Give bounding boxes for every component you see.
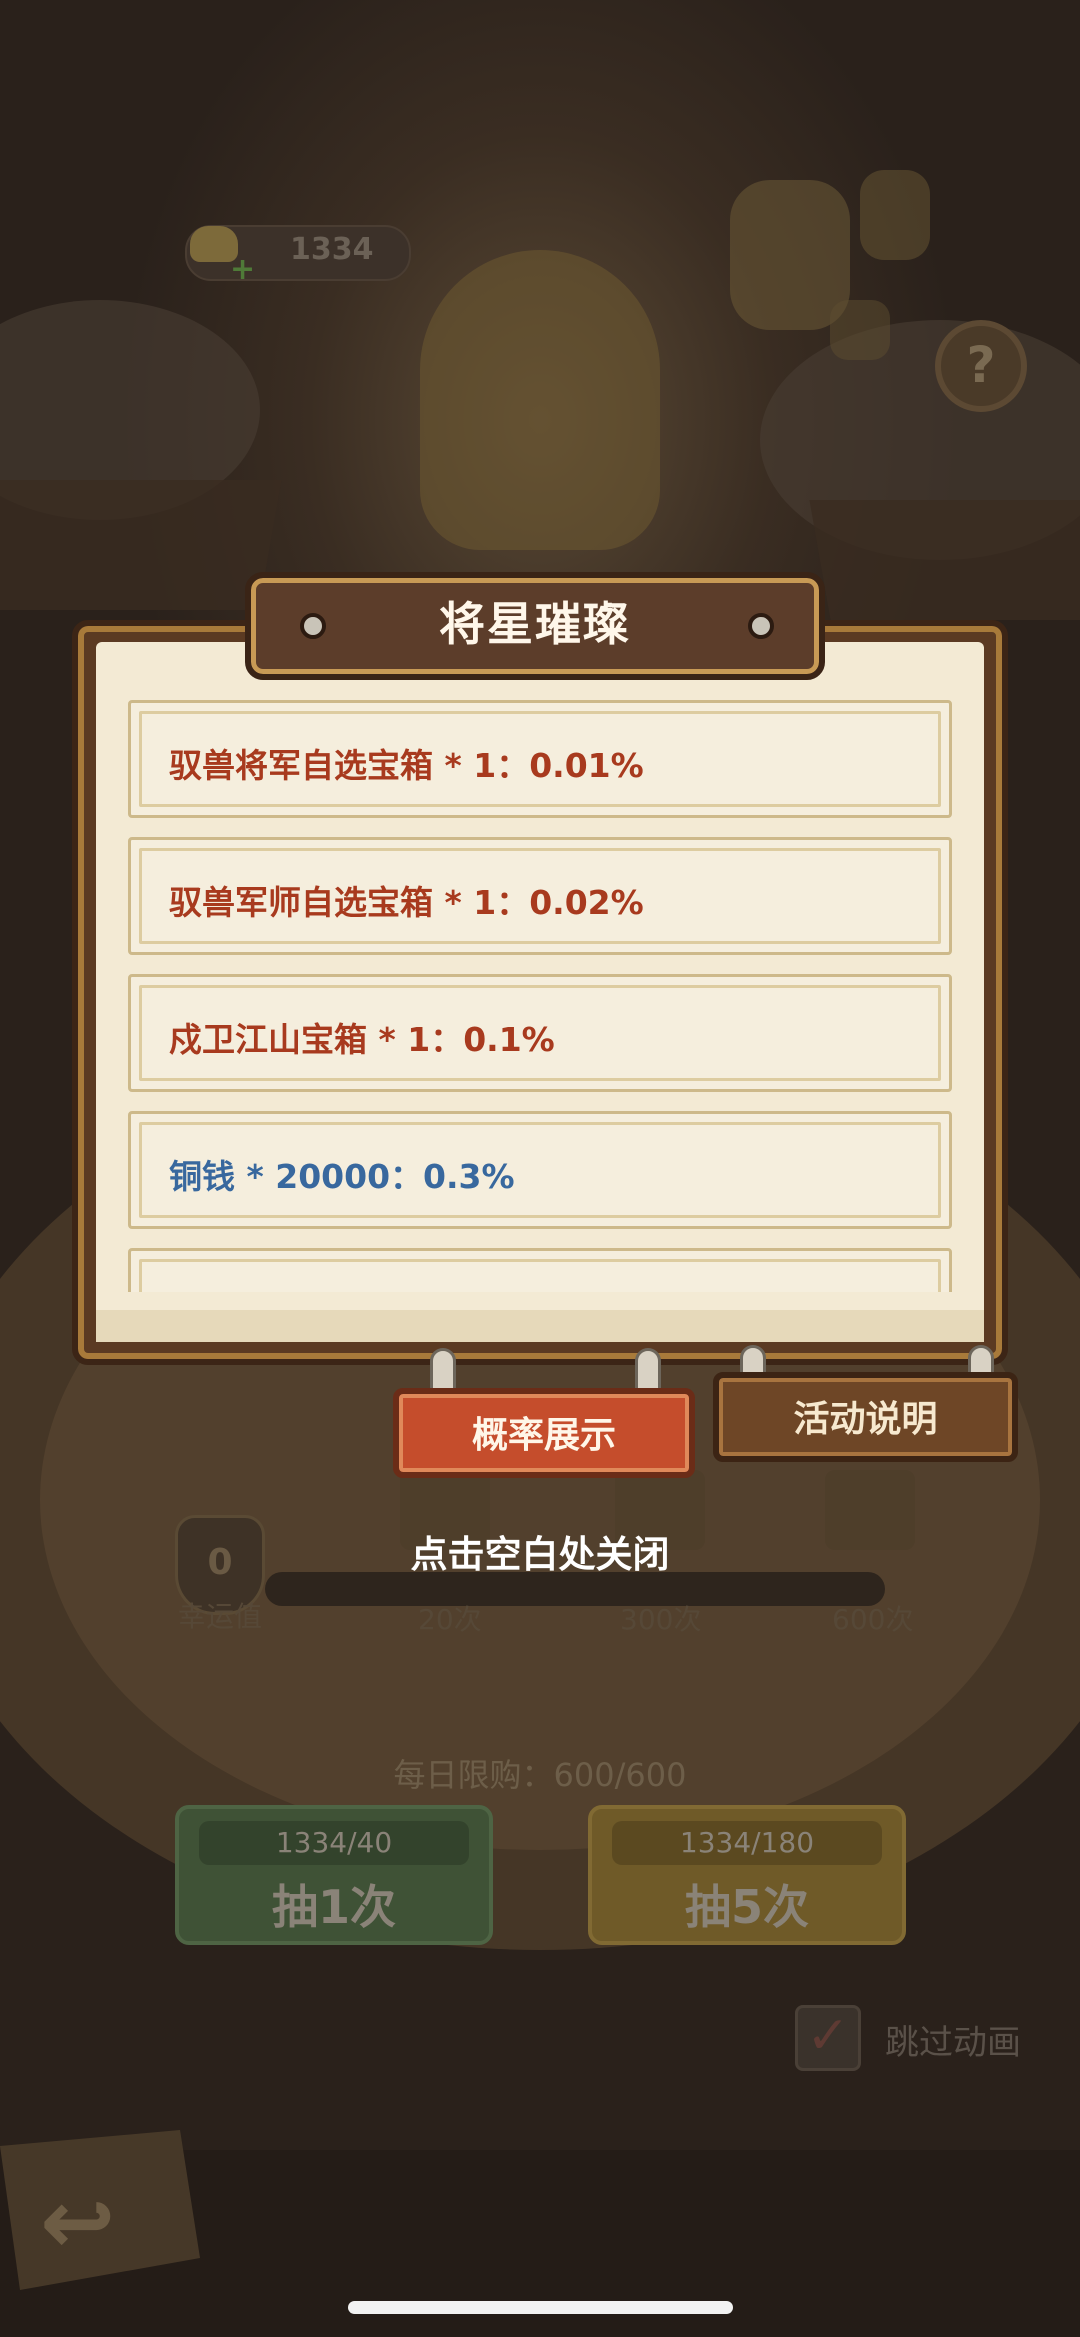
add-currency-icon[interactable]: + — [230, 252, 255, 287]
list-item: 戍卫江山宝箱 * 1：0.1% — [128, 974, 952, 1092]
close-hint-text[interactable]: 点击空白处关闭 — [0, 1524, 1080, 1578]
milestone-label: 600次 — [832, 1603, 914, 1636]
list-item — [128, 1248, 952, 1292]
home-indicator[interactable] — [348, 2301, 733, 2314]
help-button[interactable]: ? — [935, 320, 1027, 412]
question-icon: ? — [966, 336, 996, 394]
luck-label: 幸运值 — [178, 1600, 263, 1633]
list-item: 铜钱 * 20000：0.3% — [128, 1111, 952, 1229]
milestone-label: 300次 — [620, 1603, 702, 1636]
skip-animation-checkbox[interactable]: ✓ — [795, 2005, 861, 2071]
draw-once-cost: 1334/40 — [199, 1821, 469, 1865]
tab-probability[interactable]: 概率展示 — [393, 1388, 695, 1478]
list-item: 驭兽军师自选宝箱 * 1：0.02% — [128, 837, 952, 955]
list-item: 驭兽将军自选宝箱 * 1：0.01% — [128, 700, 952, 818]
draw-five-cost: 1334/180 — [612, 1821, 882, 1865]
dragon-statue-image — [420, 250, 660, 550]
tab-event-info[interactable]: 活动说明 — [713, 1372, 1018, 1462]
building-roof — [809, 500, 1080, 620]
building-roof — [0, 480, 282, 610]
milestone-label: 20次 — [418, 1603, 482, 1636]
checkmark-icon: ✓ — [806, 2006, 850, 2066]
draw-once-button[interactable]: 1334/40 抽1次 — [175, 1805, 493, 1945]
daily-limit-text: 每日限购：600/600 — [393, 1756, 687, 1794]
dialog-title: 将星璀璨 — [439, 597, 631, 651]
list-item-label: 驭兽军师自选宝箱 * 1：0.02% — [169, 883, 644, 922]
lantern-decoration — [860, 170, 930, 260]
draw-five-button[interactable]: 1334/180 抽5次 — [588, 1805, 906, 1945]
skip-animation-label: 跳过动画 — [885, 2023, 1021, 2063]
dialog-paper-edge — [96, 1310, 984, 1342]
lantern-decoration — [830, 300, 890, 360]
currency-value: 1334 — [290, 232, 374, 267]
draw-five-label: 抽5次 — [684, 1880, 809, 1934]
draw-once-label: 抽1次 — [271, 1880, 396, 1934]
list-item-label: 戍卫江山宝箱 * 1：0.1% — [169, 1020, 555, 1059]
probability-list[interactable]: 驭兽将军自选宝箱 * 1：0.01% 驭兽军师自选宝箱 * 1：0.02% 戍卫… — [128, 700, 952, 1292]
list-item-label: 驭兽将军自选宝箱 * 1：0.01% — [169, 746, 644, 785]
back-arrow-icon: ↩ — [40, 2170, 116, 2275]
list-item-label: 铜钱 * 20000：0.3% — [169, 1157, 515, 1196]
